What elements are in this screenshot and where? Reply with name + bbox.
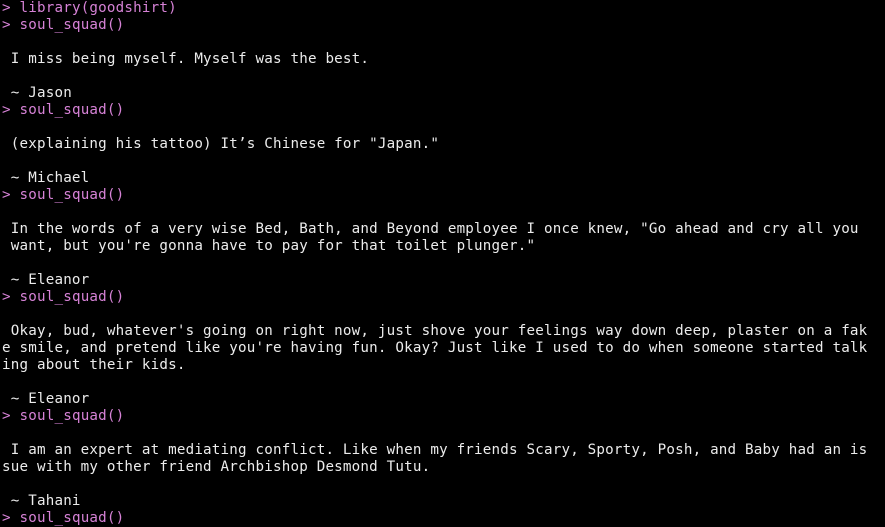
output-line: In the words of a very wise Bed, Bath, a…: [2, 221, 859, 237]
prompt-symbol: >: [2, 187, 11, 203]
prompt-symbol: >: [2, 510, 11, 526]
prompt-symbol: >: [2, 0, 11, 16]
command-text: soul_squad(): [19, 289, 125, 305]
output-line: (explaining his tattoo) It’s Chinese for…: [2, 136, 440, 152]
output-line: ~ Eleanor: [2, 272, 90, 288]
output-line: ~ Tahani: [2, 493, 81, 509]
command-text: soul_squad(): [19, 102, 125, 118]
command-text: library(goodshirt): [19, 0, 177, 16]
output-line: want, but you're gonna have to pay for t…: [2, 238, 536, 254]
command-line: > soul_squad(): [2, 510, 883, 527]
output-line: ing about their kids.: [2, 357, 186, 373]
output-line: e smile, and pretend like you're having …: [2, 340, 868, 356]
command-text: soul_squad(): [19, 187, 125, 203]
command-text: soul_squad(): [19, 17, 125, 33]
command-line: > library(goodshirt): [2, 0, 883, 17]
output-line: ~ Michael: [2, 170, 90, 186]
output-line: ~ Jason: [2, 85, 72, 101]
output-line: sue with my other friend Archbishop Desm…: [2, 459, 431, 475]
r-console-output[interactable]: > library(goodshirt) > soul_squad() I mis…: [2, 0, 883, 527]
output-line: Okay, bud, whatever's going on right now…: [2, 323, 868, 339]
output-line: I miss being myself. Myself was the best…: [2, 51, 370, 67]
prompt-symbol: >: [2, 289, 11, 305]
command-text: soul_squad(): [19, 408, 125, 424]
output-line: I am an expert at mediating conflict. Li…: [2, 442, 868, 458]
command-line: > soul_squad(): [2, 102, 883, 119]
prompt-symbol: >: [2, 408, 11, 424]
prompt-symbol: >: [2, 17, 11, 33]
command-line: > soul_squad(): [2, 17, 883, 34]
command-line: > soul_squad(): [2, 289, 883, 306]
output-line: ~ Eleanor: [2, 391, 90, 407]
command-text: soul_squad(): [19, 510, 125, 526]
command-line: > soul_squad(): [2, 408, 883, 425]
prompt-symbol: >: [2, 102, 11, 118]
command-line: > soul_squad(): [2, 187, 883, 204]
